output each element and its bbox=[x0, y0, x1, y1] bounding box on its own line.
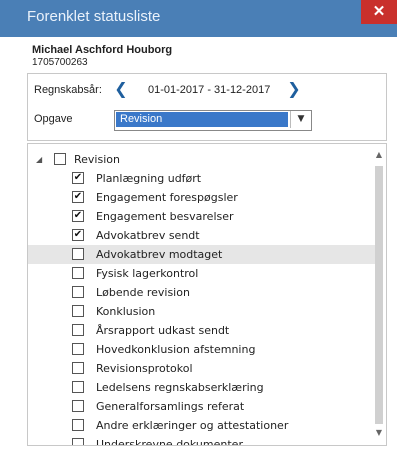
fiscal-period: 01-01-2017 - 31-12-2017 bbox=[148, 84, 271, 96]
checkbox[interactable] bbox=[72, 438, 84, 445]
tree-item-label: Engagement besvarelser bbox=[96, 210, 234, 223]
client-name: Michael Aschford Houborg bbox=[32, 44, 173, 56]
tree-item-label: Ledelsens regnskabserklæring bbox=[96, 381, 264, 394]
tree-item-label: Fysisk lagerkontrol bbox=[96, 267, 199, 280]
tree-item-label: Konklusion bbox=[96, 305, 156, 318]
tree-item-label: Engagement forespøgsler bbox=[96, 191, 238, 204]
tree-item-label: Andre erklæringer og attestationer bbox=[96, 419, 289, 432]
tree-item[interactable]: Ledelsens regnskabserklæring bbox=[28, 378, 378, 397]
tree-item[interactable]: Løbende revision bbox=[28, 283, 378, 302]
tree-item[interactable]: Konklusion bbox=[28, 302, 378, 321]
tree-item[interactable]: Andre erklæringer og attestationer bbox=[28, 416, 378, 435]
tree-item[interactable]: Årsrapport udkast sendt bbox=[28, 321, 378, 340]
checkbox[interactable] bbox=[72, 400, 84, 412]
tree-item-label: Planlægning udført bbox=[96, 172, 202, 185]
scroll-down-icon[interactable]: ▼ bbox=[373, 428, 385, 438]
tree-item[interactable]: Hovedkonklusion afstemning bbox=[28, 340, 378, 359]
tree-item[interactable]: ✔ Advokatbrev sendt bbox=[28, 226, 378, 245]
checkbox[interactable] bbox=[72, 305, 84, 317]
tree-item[interactable]: Underskrevne dokumenter bbox=[28, 435, 378, 446]
checkbox[interactable] bbox=[72, 362, 84, 374]
tree-item[interactable]: Generalforsamlings referat bbox=[28, 397, 378, 416]
tree-root-label: Revision bbox=[74, 153, 120, 166]
checkbox[interactable] bbox=[72, 343, 84, 355]
tree-item-label: Hovedkonklusion afstemning bbox=[96, 343, 256, 356]
tree-item[interactable]: Fysisk lagerkontrol bbox=[28, 264, 378, 283]
tree-item-label: Underskrevne dokumenter bbox=[96, 438, 243, 446]
tree-item-label: Advokatbrev sendt bbox=[96, 229, 200, 242]
checkbox-checked[interactable]: ✔ bbox=[72, 229, 84, 241]
checkbox-checked[interactable]: ✔ bbox=[72, 191, 84, 203]
checkbox[interactable] bbox=[72, 267, 84, 279]
tree-item-label: Generalforsamlings referat bbox=[96, 400, 245, 413]
checkbox[interactable] bbox=[72, 419, 84, 431]
tree-item[interactable]: Revisionsprotokol bbox=[28, 359, 378, 378]
window-title: Forenklet statusliste bbox=[27, 8, 161, 25]
tree-item[interactable]: Advokatbrev modtaget bbox=[28, 245, 378, 264]
tree-item-label: Revisionsprotokol bbox=[96, 362, 193, 375]
client-id: 1705700263 bbox=[32, 57, 88, 68]
tree-item-label: Løbende revision bbox=[96, 286, 190, 299]
checkbox-checked[interactable]: ✔ bbox=[72, 172, 84, 184]
task-select[interactable]: Revision ▼ bbox=[114, 110, 312, 131]
checkbox[interactable] bbox=[72, 248, 84, 260]
status-list-window: Forenklet statusliste ✕ Michael Aschford… bbox=[0, 0, 397, 452]
checkbox[interactable] bbox=[72, 381, 84, 393]
checkbox-checked[interactable]: ✔ bbox=[72, 210, 84, 222]
next-period-button[interactable]: ❯ bbox=[286, 80, 302, 98]
expand-toggle-icon[interactable]: ◢ bbox=[36, 155, 42, 164]
tree-item[interactable]: ✔ Engagement forespøgsler bbox=[28, 188, 378, 207]
close-button[interactable]: ✕ bbox=[361, 0, 397, 24]
tree-root[interactable]: ◢ Revision bbox=[28, 150, 378, 169]
scroll-up-icon[interactable]: ▲ bbox=[373, 150, 385, 160]
checkbox[interactable] bbox=[54, 153, 66, 165]
tree-item[interactable]: ✔ Planlægning udført bbox=[28, 169, 378, 188]
scrollbar-thumb[interactable] bbox=[375, 166, 383, 424]
prev-period-button[interactable]: ❮ bbox=[113, 80, 129, 98]
fiscal-year-label: Regnskabsår: bbox=[34, 84, 102, 96]
checkbox[interactable] bbox=[72, 324, 84, 336]
tree-item-label: Årsrapport udkast sendt bbox=[96, 324, 230, 337]
tree-item[interactable]: ✔ Engagement besvarelser bbox=[28, 207, 378, 226]
task-label: Opgave bbox=[34, 113, 73, 125]
title-bar: Forenklet statusliste ✕ bbox=[0, 0, 397, 37]
task-tree: ◢ Revision ✔ Planlægning udført ✔ Engagement … bbox=[27, 143, 387, 446]
task-select-value: Revision bbox=[116, 112, 288, 127]
chevron-down-icon[interactable]: ▼ bbox=[290, 111, 311, 128]
tree-item-label: Advokatbrev modtaget bbox=[96, 248, 223, 261]
checkbox[interactable] bbox=[72, 286, 84, 298]
